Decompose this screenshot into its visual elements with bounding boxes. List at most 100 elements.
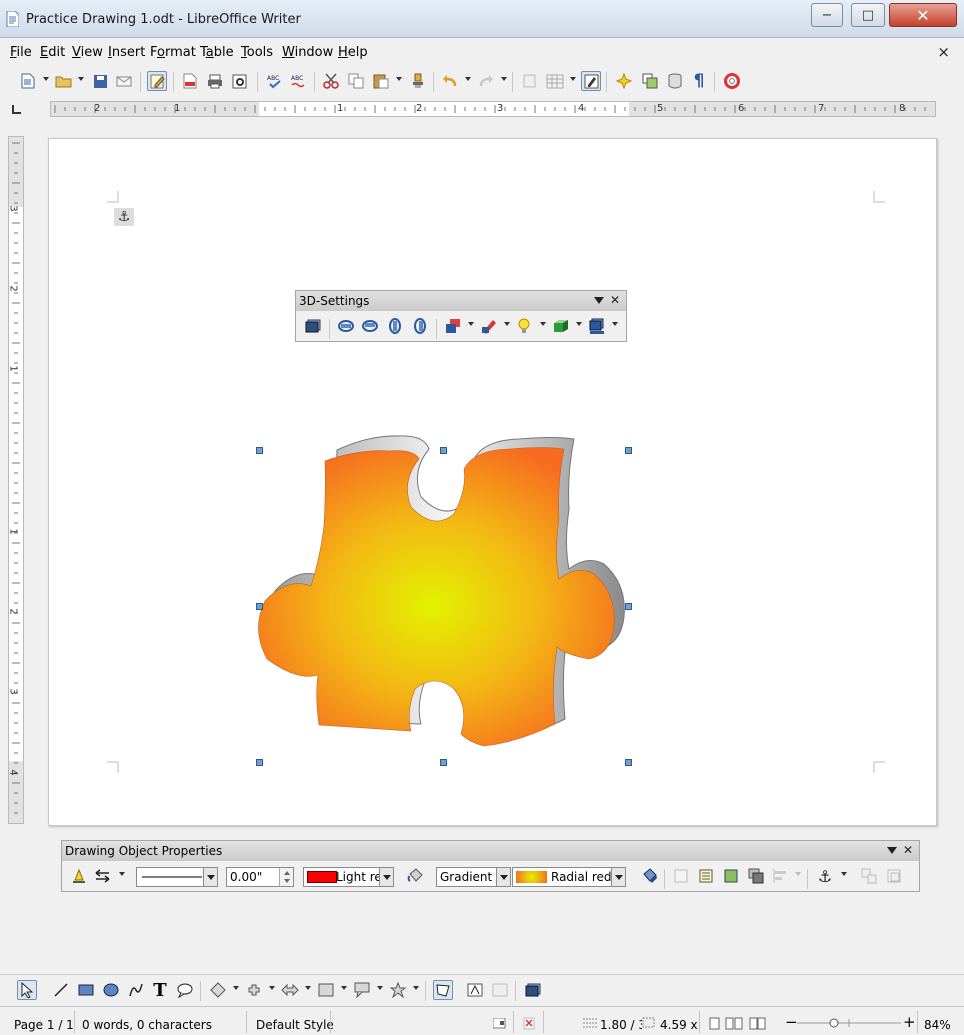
line-color-select[interactable]: Light red (303, 867, 394, 887)
3d-settings-header[interactable]: 3D-Settings ✕ (296, 291, 626, 311)
symbol-shapes-icon[interactable] (244, 980, 264, 1000)
vertical-ruler[interactable]: 3 2 1 1 2 3 4 (8, 136, 24, 824)
book-view-icon[interactable] (749, 1017, 767, 1030)
selection-handle[interactable] (625, 603, 632, 610)
group-icon[interactable] (859, 866, 879, 886)
page-style[interactable]: Default Style (256, 1018, 334, 1032)
lighting-dropdown-icon[interactable] (540, 322, 546, 326)
maximize-button[interactable]: □ (851, 3, 885, 27)
direction-dropdown-icon[interactable] (504, 322, 510, 326)
lighting-icon[interactable] (514, 316, 534, 336)
fontwork-gallery-icon[interactable] (465, 980, 485, 1000)
word-count[interactable]: 0 words, 0 characters (82, 1018, 212, 1032)
undo-dropdown-icon[interactable] (465, 77, 471, 81)
menu-edit[interactable]: Edit (40, 45, 65, 60)
symbol-shapes-dropdown-icon[interactable] (269, 986, 275, 990)
print-preview-icon[interactable] (230, 71, 250, 91)
ellipse-tool-icon[interactable] (101, 980, 121, 1000)
menu-table[interactable]: Table (200, 45, 234, 60)
selection-handle[interactable] (256, 447, 263, 454)
align-icon[interactable] (770, 866, 790, 886)
wrap-off-icon[interactable] (671, 866, 691, 886)
close-toolbar-icon[interactable]: ✕ (610, 293, 620, 307)
selection-handle[interactable] (625, 447, 632, 454)
tab-stop-type-icon[interactable] (12, 105, 21, 114)
menu-tools[interactable]: Tools (241, 45, 273, 60)
select-arrow-icon[interactable] (17, 980, 37, 1000)
ungroup-icon[interactable] (884, 866, 904, 886)
multi-page-view-icon[interactable] (725, 1017, 743, 1030)
toolbar-options-icon[interactable] (887, 847, 897, 855)
tilt-up-icon[interactable] (360, 316, 380, 336)
line-width-field[interactable]: 0.00" (226, 867, 294, 887)
selection-handle[interactable] (256, 603, 263, 610)
depth-icon[interactable] (443, 316, 463, 336)
paste-dropdown-icon[interactable] (396, 77, 402, 81)
menu-format[interactable]: Format (150, 45, 196, 60)
block-arrows-icon[interactable] (280, 980, 300, 1000)
3d-color-icon[interactable] (587, 316, 607, 336)
single-page-view-icon[interactable] (709, 1017, 721, 1030)
anchor-type-icon[interactable]: ⚓ (815, 866, 835, 886)
gallery-icon[interactable] (640, 71, 660, 91)
line-icon[interactable] (69, 866, 89, 886)
export-pdf-icon[interactable] (180, 71, 200, 91)
extrusion-toggle-icon[interactable] (523, 980, 543, 1000)
navigator-icon[interactable] (614, 71, 634, 91)
stars-icon[interactable] (388, 980, 408, 1000)
flowchart-dropdown-icon[interactable] (341, 986, 347, 990)
menu-view[interactable]: View (72, 45, 103, 60)
hyperlink-icon[interactable] (520, 71, 540, 91)
anchor-icon[interactable]: ⚓ (114, 208, 134, 226)
menu-window[interactable]: Window (282, 45, 333, 60)
align-dropdown-icon[interactable] (795, 872, 801, 876)
paste-icon[interactable] (371, 71, 391, 91)
zoom-level[interactable]: 84% (924, 1018, 951, 1032)
line-style-dropdown-icon[interactable] (203, 868, 217, 886)
text-tool-icon[interactable]: T (150, 980, 170, 1001)
cut-icon[interactable] (321, 71, 341, 91)
callouts-icon[interactable] (352, 980, 372, 1000)
new-document-icon[interactable] (18, 71, 38, 91)
zoom-in-button[interactable]: + (903, 1013, 916, 1031)
menu-help[interactable]: Help (338, 45, 368, 60)
anchor-dropdown-icon[interactable] (841, 872, 847, 876)
3d-color-dropdown-icon[interactable] (612, 322, 618, 326)
area-fill-icon[interactable] (405, 866, 425, 886)
show-draw-functions-icon[interactable] (581, 71, 601, 91)
document-page[interactable]: ⚓ (48, 138, 937, 826)
line-width-spinner[interactable] (279, 868, 293, 886)
puzzle-piece-3d-object[interactable] (249, 419, 649, 769)
data-sources-icon[interactable] (665, 71, 685, 91)
open-folder-icon[interactable] (53, 71, 73, 91)
spelling-icon[interactable]: ABC (265, 71, 285, 91)
drawing-object-properties-header[interactable]: Drawing Object Properties ✕ (62, 841, 919, 861)
flowchart-icon[interactable] (316, 980, 336, 1000)
selection-handle[interactable] (440, 759, 447, 766)
points-edit-icon[interactable] (433, 980, 453, 1000)
undo-icon[interactable] (440, 71, 460, 91)
horizontal-ruler[interactable]: 2 1 1 2 3 4 5 6 7 8 (50, 101, 936, 117)
area-style-dropdown-icon[interactable] (496, 868, 510, 886)
wrap-page-icon[interactable] (696, 866, 716, 886)
gradient-select[interactable]: Radial red/yellow (512, 867, 626, 887)
block-arrows-dropdown-icon[interactable] (305, 986, 311, 990)
document-modified-icon[interactable] (523, 1017, 536, 1030)
basic-shapes-icon[interactable] (208, 980, 228, 1000)
redo-icon[interactable] (476, 71, 496, 91)
basic-shapes-dropdown-icon[interactable] (233, 986, 239, 990)
stars-dropdown-icon[interactable] (413, 986, 419, 990)
close-window-button[interactable]: ✕ (889, 3, 957, 27)
selection-handle[interactable] (256, 759, 263, 766)
menu-insert[interactable]: Insert (108, 45, 145, 60)
surface-dropdown-icon[interactable] (576, 322, 582, 326)
arrange-icon[interactable] (746, 866, 766, 886)
email-document-icon[interactable] (114, 71, 134, 91)
zoom-slider[interactable] (797, 1017, 901, 1029)
zoom-out-button[interactable]: − (785, 1013, 798, 1031)
arrow-style-dropdown-icon[interactable] (119, 872, 125, 876)
line-tool-icon[interactable] (51, 980, 71, 1000)
edit-mode-icon[interactable] (147, 71, 167, 91)
selection-handle[interactable] (440, 447, 447, 454)
copy-icon[interactable] (346, 71, 366, 91)
